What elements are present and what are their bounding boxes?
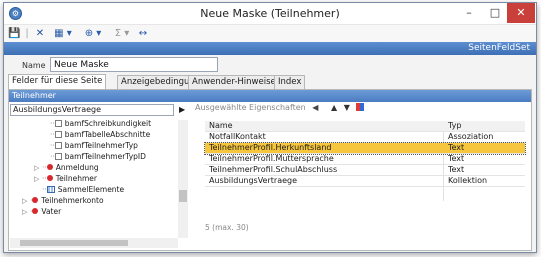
entity-dot-icon [32,197,39,203]
table-row-selected[interactable]: TeilnehmerProfil.Herkunftsland Text [204,142,526,155]
expand-icon[interactable]: ▷ [22,196,30,206]
tree-item-label: bamfTeilnehmerTyp [64,141,138,150]
tree-item-label: SammelElemente [57,185,125,194]
tree-vertical-scrollbar[interactable] [178,120,188,238]
cell-name: TeilnehmerProfil.SchulAbschluss [209,165,338,174]
grid-dropdown-icon[interactable]: ▦ ▾ [50,27,76,40]
tree-horizontal-scrollbar[interactable] [10,238,178,248]
tree-item-label: bamfTeilnehmerTypID [64,152,146,161]
entity-dot-icon [46,175,53,181]
tree-item-label: bamfTabelleAbschnitte [64,130,151,139]
entity-dot-icon [46,164,53,170]
main-window: ⚙ Neue Maske (Teilnehmer) – □ ✕ 💾 | ✕ ▦ … [3,2,537,253]
tree-item-label: Teilnehmerkonto [41,196,104,205]
tree-connector: ·· [42,174,47,183]
selected-properties-grid: Name Typ NotfallKontakt Assoziation Teil… [204,121,527,201]
selected-properties-label: Ausgewählte Eigenschaften [195,103,306,112]
checkbox-icon[interactable] [54,131,62,138]
table-row[interactable]: TeilnehmerProfil.SchulAbschluss Text [205,165,525,176]
cell-name: NotfallKontakt [209,132,266,141]
minimize-button[interactable]: – [456,3,482,23]
cell-typ: Kollektion [448,176,488,185]
name-input[interactable] [50,57,218,72]
tree-item-label: bamfSchreibkundigkeit [64,119,152,128]
entity-dot-icon [32,208,39,214]
tree-item-label: Vater [41,207,62,216]
expand-icon[interactable]: ▷ [22,207,30,217]
checkbox-icon[interactable] [54,153,62,160]
cell-typ: Text [448,143,465,152]
tree-item[interactable]: ·· SammelElemente [42,185,124,195]
checkbox-icon[interactable] [54,120,62,127]
table-icon [46,186,55,193]
vertical-scroll-thumb[interactable] [179,190,187,202]
add-field-arrow-icon[interactable]: ▶ [179,105,185,114]
move-up-icon[interactable]: ▲ [331,103,337,112]
toolbar-separator: | [25,28,29,39]
cell-name: AusbildungsVertraege [209,176,298,185]
save-icon[interactable]: 💾 [8,27,20,40]
toolbar: 💾 | ✕ ▦ ▾ ⊕ ▾ Σ ▾ ↔ [4,25,536,42]
tree-item-label: Anmeldung [55,163,99,172]
color-properties-icon[interactable] [356,103,365,111]
cell-typ: Assoziation [448,132,494,141]
tree-item[interactable]: ·· bamfTeilnehmerTypID [50,152,146,162]
expand-icon[interactable]: ▷ [34,163,42,173]
tab-felder[interactable]: Felder für diese Seite [8,74,107,89]
column-header-typ[interactable]: Typ [448,121,461,131]
cell-name: TeilnehmerProfil.Muttersprache [209,154,334,163]
maximize-button[interactable]: □ [482,3,508,23]
close-button[interactable]: ✕ [507,3,535,23]
move-down-icon[interactable]: ▼ [344,103,350,112]
field-tree: ·· bamfSchreibkundigkeit ·· bamfTabelleA… [10,119,190,236]
tree-item-label: Teilnehmer [55,174,97,183]
tab-anwender-hinweise[interactable]: Anwender-Hinweise [188,75,280,89]
tree-item[interactable]: ▷ · Teilnehmerkonto [22,196,104,206]
name-label: Name [22,61,46,70]
property-count: 5 (max. 30) [205,223,249,232]
tree-item[interactable]: ·· bamfTabelleAbschnitte [50,130,150,140]
tree-item[interactable]: ·· bamfTeilnehmerTyp [50,141,138,151]
checkbox-icon[interactable] [54,142,62,149]
add-dropdown-icon[interactable]: ⊕ ▾ [80,27,106,40]
tree-connector: ·· [42,163,47,172]
cell-typ: Text [448,165,465,174]
expand-icon[interactable]: ▷ [34,174,42,184]
table-row[interactable]: AusbildungsVertraege Kollektion [205,176,525,187]
path-field[interactable]: AusbildungsVertraege [10,104,174,116]
horizontal-scroll-thumb[interactable] [20,240,128,246]
tree-item[interactable]: ▷ · Vater [22,207,61,217]
title-bar[interactable]: ⚙ Neue Maske (Teilnehmer) – □ ✕ [4,3,536,25]
panel-header: Teilnehmer [9,90,531,102]
sum-dropdown-icon[interactable]: Σ ▾ [110,27,134,40]
column-header-name[interactable]: Name [209,121,233,131]
fields-panel: Teilnehmer AusbildungsVertraege ▶ ·· bam… [8,89,532,251]
table-row[interactable]: TeilnehmerProfil.Muttersprache Text [205,154,525,165]
cell-typ: Text [448,154,465,163]
tree-item[interactable]: ·· bamfSchreibkundigkeit [50,119,151,129]
tree-item[interactable]: ▷ ·· Anmeldung [34,163,99,173]
cell-name: TeilnehmerProfil.Herkunftsland [209,143,332,152]
remove-field-arrow-icon[interactable]: ◀ [312,103,318,112]
seitenfeldset-banner: SeitenFeldSet [4,42,536,55]
grid-header-row: Name Typ [205,121,525,132]
delete-icon[interactable]: ✕ [34,27,46,40]
selected-properties-toolbar: Ausgewählte Eigenschaften ◀ ▲ ▼ [195,103,365,115]
table-row[interactable]: NotfallKontakt Assoziation [205,132,525,143]
tab-index[interactable]: Index [274,75,306,89]
tree-item[interactable]: ▷ ·· Teilnehmer [34,174,97,184]
link-icon[interactable]: ↔ [137,27,149,40]
